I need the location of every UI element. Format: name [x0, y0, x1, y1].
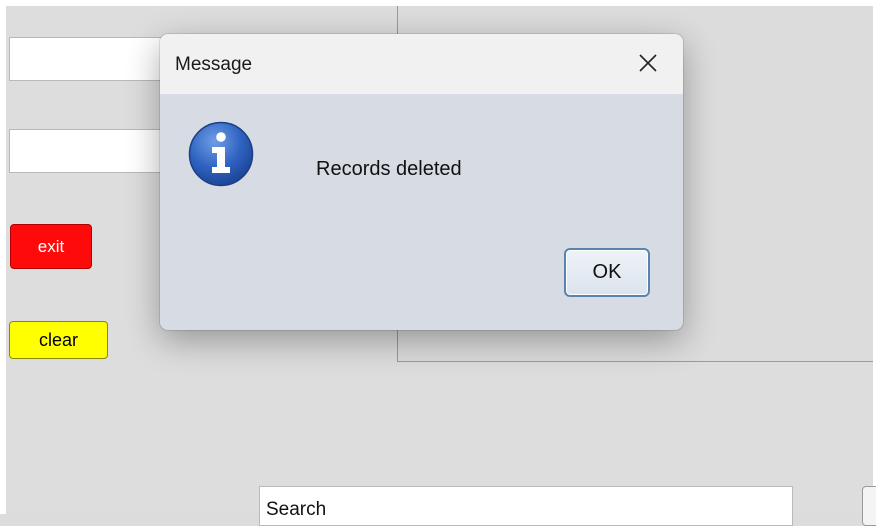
ok-button[interactable]: OK	[564, 248, 650, 297]
dialog-title: Message	[175, 54, 253, 75]
close-button[interactable]	[626, 44, 670, 82]
dialog-titlebar: Message	[160, 34, 683, 94]
search-side-button[interactable]	[862, 486, 876, 526]
exit-button[interactable]: exit	[10, 224, 92, 269]
dialog-message: Records deleted	[316, 158, 462, 180]
close-icon	[639, 54, 657, 72]
message-dialog: Message Records deleted OK	[160, 34, 683, 330]
info-icon	[188, 121, 254, 187]
search-input[interactable]: Search	[259, 486, 793, 526]
window-left-edge	[0, 0, 6, 514]
clear-button[interactable]: clear	[9, 321, 108, 359]
